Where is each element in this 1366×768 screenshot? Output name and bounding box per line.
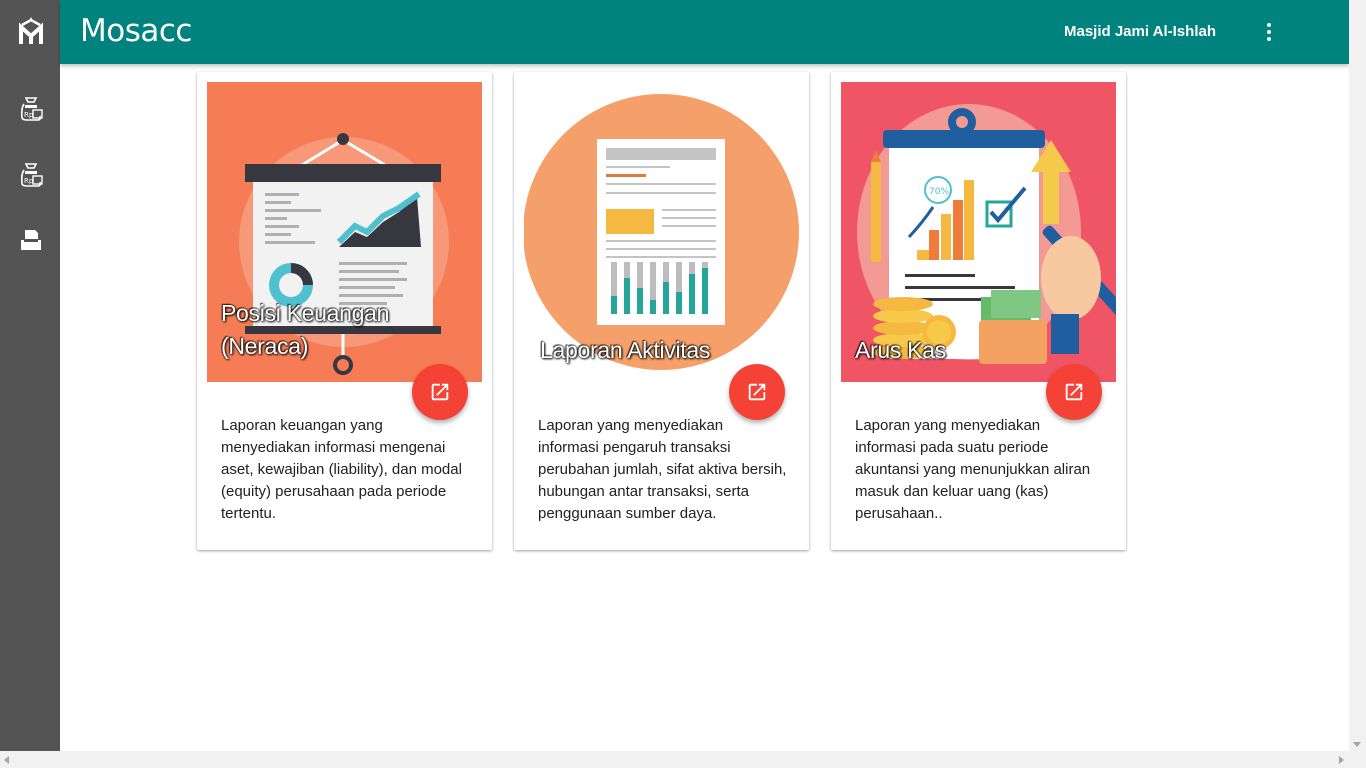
card-description: Laporan yang menyediakan informasi pada …: [855, 417, 1091, 522]
card-title: Posisi Keuangan (Neraca): [221, 297, 389, 363]
report-card-posisi-keuangan: Posisi Keuangan (Neraca) Laporan keuanga…: [197, 72, 492, 550]
app-header: Mosacc Masjid Jami Al-Ishlah: [60, 0, 1349, 64]
report-document-illustration: Laporan Aktivitas: [524, 82, 799, 382]
open-report-button[interactable]: [1046, 364, 1102, 420]
scroll-down-arrow-icon[interactable]: [1353, 742, 1361, 747]
sidebar: Rp Rp: [0, 0, 60, 751]
card-title-line: Arus Kas: [855, 337, 946, 363]
printer-icon[interactable]: [19, 228, 43, 254]
open-in-new-icon: [748, 383, 766, 401]
presentation-board-illustration: Posisi Keuangan (Neraca): [207, 82, 482, 382]
card-description: Laporan yang menyediakan informasi penga…: [538, 417, 787, 522]
open-report-button[interactable]: [729, 364, 785, 420]
organization-name[interactable]: Masjid Jami Al-Ishlah: [1064, 23, 1216, 40]
vertical-scrollbar[interactable]: [1349, 0, 1366, 751]
chart-badge-label: 70%: [929, 187, 949, 197]
app-title: Mosacc: [80, 13, 192, 49]
cash-flow-illustration: 70% Arus Kas: [841, 82, 1116, 382]
scroll-right-arrow-icon[interactable]: [1339, 756, 1344, 764]
card-description: Laporan keuangan yang menyediakan inform…: [221, 417, 462, 522]
card-title-line: Laporan Aktivitas: [540, 337, 711, 363]
card-title: Laporan Aktivitas: [540, 334, 710, 367]
card-title-line: (Neraca): [221, 333, 309, 359]
app-root: Rp Rp Mosacc Masjid Jami Al-Ishlah Posis…: [0, 0, 1366, 768]
scroll-left-arrow-icon[interactable]: [4, 756, 9, 764]
open-in-new-icon: [1065, 383, 1083, 401]
horizontal-scrollbar[interactable]: [0, 751, 1366, 768]
report-card-arus-kas: 70% Arus Kas Laporan yang menyediakan in…: [831, 72, 1126, 550]
open-report-button[interactable]: [412, 364, 468, 420]
more-options-icon[interactable]: [1257, 20, 1281, 44]
mosacc-logo-icon[interactable]: [18, 17, 44, 45]
report-card-laporan-aktivitas: Laporan Aktivitas Laporan yang menyediak…: [514, 72, 809, 550]
money-bag-icon[interactable]: Rp: [19, 96, 43, 122]
card-title: Arus Kas: [855, 334, 946, 367]
card-title-line: Posisi Keuangan: [221, 300, 390, 326]
money-bag-icon[interactable]: Rp: [19, 162, 43, 188]
open-in-new-icon: [431, 383, 449, 401]
